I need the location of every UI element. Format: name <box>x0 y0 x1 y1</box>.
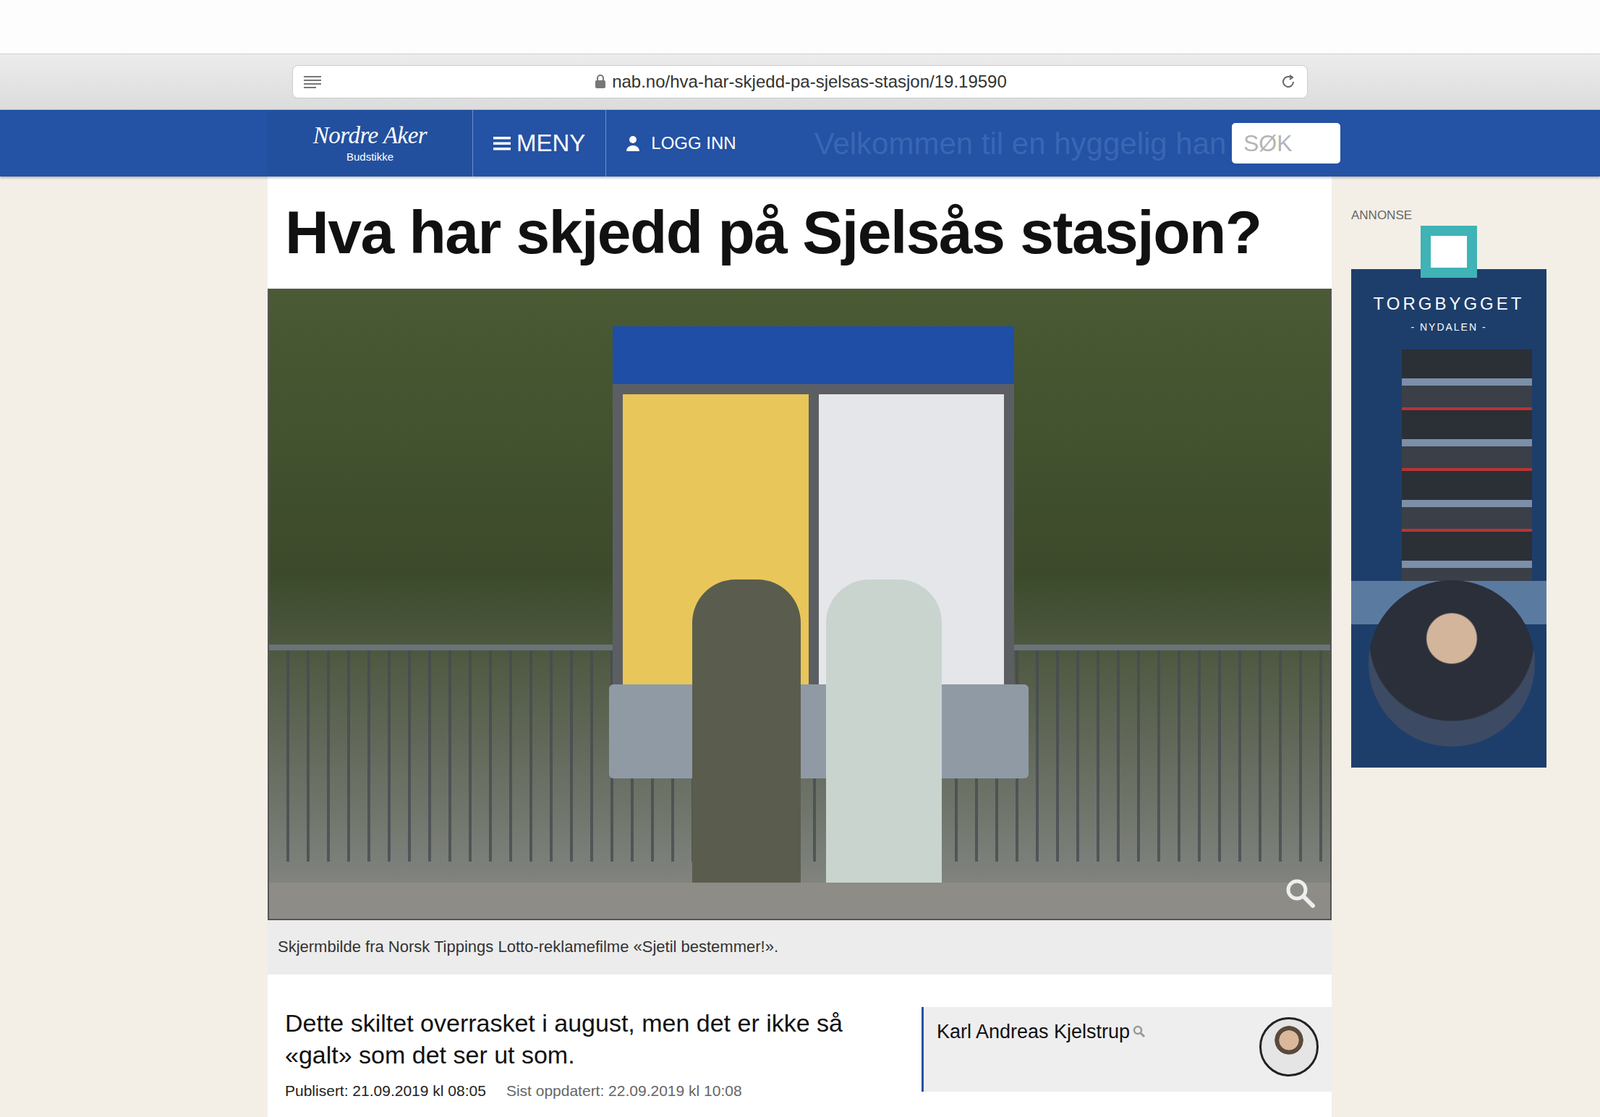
banner-text: Velkommen til en hyggelig han <box>756 120 1232 167</box>
login-label[interactable]: LOGG INN <box>650 130 736 157</box>
updated-date: Sist oppdatert: 22.09.2019 kl 10:08 <box>506 1079 743 1103</box>
site-logo[interactable]: Nordre Aker Budstikke <box>267 109 474 177</box>
article-photo[interactable] <box>267 288 1332 921</box>
menu-button[interactable]: MENY <box>473 109 607 177</box>
ad-column: ANNONSE TORGBYGGET - NYDALEN - <box>1351 176 1547 1117</box>
author-box[interactable]: Karl Andreas Kjelstrup <box>921 1006 1332 1092</box>
search-field[interactable]: SØK <box>1231 122 1341 164</box>
user-icon[interactable] <box>626 135 640 152</box>
author-name[interactable]: Karl Andreas Kjelstrup <box>936 1016 1130 1047</box>
login-button[interactable]: LOGG INN <box>606 109 756 177</box>
url-text[interactable]: nab.no/hva-har-skjedd-pa-sjelsas-stasjon… <box>611 68 1007 95</box>
ad-brand[interactable]: TORGBYGGET <box>1351 290 1547 317</box>
browser-toolbar: nab.no/hva-har-skjedd-pa-sjelsas-stasjon… <box>0 53 1600 110</box>
window-top <box>0 0 1600 54</box>
logo-title[interactable]: Nordre Aker <box>313 123 427 148</box>
menu-label[interactable]: MENY <box>516 125 586 162</box>
zoom-icon[interactable] <box>1283 876 1316 909</box>
search-icon[interactable] <box>1132 1024 1146 1038</box>
address-bar[interactable]: nab.no/hva-har-skjedd-pa-sjelsas-stasjon… <box>292 65 1308 99</box>
article: Hva har skjedd på Sjelsås stasjon? Skjer… <box>267 176 1332 1117</box>
ad-location[interactable]: - NYDALEN - <box>1351 319 1547 335</box>
article-lead: Dette skiltet overrasket i august, men d… <box>284 1006 893 1071</box>
site-navbar: Nordre Aker Budstikke MENY LOGG INN Velk… <box>0 109 1600 177</box>
photo-caption: Skjermbilde fra Norsk Tippings Lotto-rek… <box>267 920 1332 975</box>
brand-logo-icon[interactable] <box>1420 225 1478 278</box>
reload-icon[interactable] <box>1279 73 1297 91</box>
logo-subtitle[interactable]: Budstikke <box>346 150 394 164</box>
published-date: Publisert: 21.09.2019 kl 08:05 <box>284 1079 487 1103</box>
author-avatar[interactable] <box>1259 1016 1319 1077</box>
ad-label: ANNONSE <box>1351 209 1547 222</box>
ad-banner[interactable]: TORGBYGGET - NYDALEN - <box>1351 225 1547 768</box>
reader-icon[interactable] <box>303 75 322 89</box>
lock-icon <box>594 74 607 89</box>
search-label[interactable]: SØK <box>1243 125 1293 161</box>
hamburger-icon[interactable] <box>493 135 511 151</box>
article-title: Hva har skjedd på Sjelsås stasjon? <box>284 198 1262 266</box>
